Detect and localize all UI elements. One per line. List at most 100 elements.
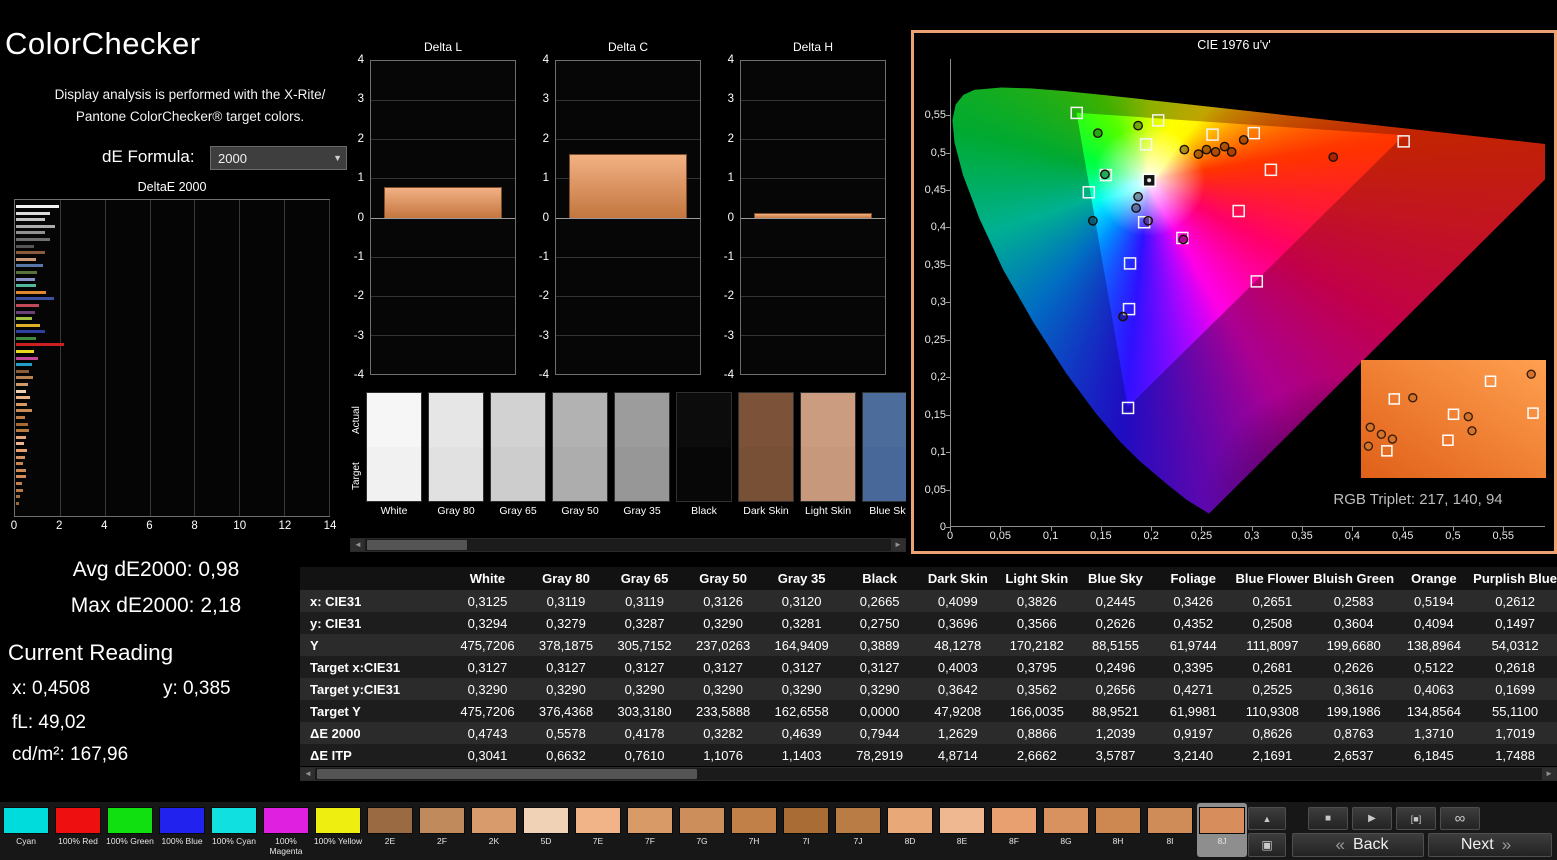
patch-button-8e[interactable]: 8E (937, 803, 987, 857)
avg-de2000: Avg dE2000: 0,98 (72, 558, 240, 581)
scroll-left-button[interactable]: ◄ (351, 539, 365, 551)
table-cell: 0,9197 (1173, 725, 1214, 741)
patch-button-8h[interactable]: 8H (1093, 803, 1143, 857)
table-row: x: CIE31 0,3125 0,3119 0,3119 0,3126 0,3120 0,… (300, 590, 1557, 612)
window-icon: ▣ (1261, 838, 1273, 852)
deltae-bar (16, 297, 54, 301)
patch-button-100-green[interactable]: 100% Green (105, 803, 155, 857)
next-button[interactable]: Next » (1428, 833, 1552, 857)
measured-marker (1133, 120, 1144, 131)
scroll-thumb[interactable] (317, 769, 697, 779)
table-cell: 1,3710 (1413, 725, 1454, 741)
gridline (741, 217, 885, 219)
axis-tick-label: -2 (538, 290, 549, 303)
gridline (556, 295, 700, 297)
patch-button-2e[interactable]: 2E (365, 803, 415, 857)
row-label: Y (310, 637, 319, 653)
colorchecker-swatch: Light Skin (800, 392, 856, 534)
single-measure-button[interactable]: [■] (1396, 807, 1436, 830)
scroll-left-button[interactable]: ◄ (301, 768, 315, 780)
stop-icon: ■ (1324, 813, 1332, 824)
axis-tick-mark (946, 264, 950, 266)
deltae-bar (16, 363, 32, 367)
scroll-track[interactable] (315, 768, 1542, 780)
axis-tick-label: 1 (727, 172, 734, 185)
table-cell: 0,5194 (1413, 593, 1454, 609)
table-cell: 0,3290 (546, 681, 586, 697)
row-label: Target y:CIE31 (310, 681, 401, 697)
patch-button-7j[interactable]: 7J (833, 803, 883, 857)
patch-button-8f[interactable]: 8F (989, 803, 1039, 857)
patch-button-7f[interactable]: 7F (625, 803, 675, 857)
patch-button-5d[interactable]: 5D (521, 803, 571, 857)
patch-swatch (367, 807, 413, 834)
patch-swatch (731, 807, 777, 834)
table-cell: 1,7488 (1495, 747, 1535, 763)
patch-button-100-red[interactable]: 100% Red (53, 803, 103, 857)
table-cell: 0,2508 (1252, 615, 1293, 631)
gridline (741, 256, 885, 258)
swatch-scrollbar[interactable]: ◄ ► (350, 538, 906, 552)
gridline (371, 334, 515, 336)
table-cell: 0,3125 (467, 593, 508, 609)
swatch-label: Blue Sky (869, 505, 906, 517)
patch-button-7h[interactable]: 7H (729, 803, 779, 857)
patch-button-2f[interactable]: 2F (417, 803, 467, 857)
table-cell: 0,3395 (1173, 659, 1214, 675)
table-cell: 0,3126 (703, 593, 743, 609)
axis-tick-label: 2 (357, 132, 364, 145)
swatch-color (738, 392, 794, 502)
target-marker (1264, 163, 1278, 177)
axis-tick-label: 0 (357, 211, 364, 224)
patch-button-7e[interactable]: 7E (573, 803, 623, 857)
continuous-measure-button[interactable]: ∞ (1440, 807, 1480, 830)
de-formula-select[interactable]: 2000 ▼ (210, 146, 347, 170)
scroll-up-button[interactable]: ▲ (1248, 807, 1286, 830)
patch-button-8d[interactable]: 8D (885, 803, 935, 857)
patch-button-100-magenta[interactable]: 100% Magenta (261, 803, 311, 857)
patch-button-8g[interactable]: 8G (1041, 803, 1091, 857)
swatch-actual (677, 393, 731, 447)
pattern-toolbar: Cyan 100% Red 100% Green 100% Blue 100% Cyan… (0, 800, 1557, 860)
axis-tick-mark (1251, 527, 1253, 531)
patch-button-100-cyan[interactable]: 100% Cyan (209, 803, 259, 857)
patch-button-100-yellow[interactable]: 100% Yellow (313, 803, 363, 857)
patch-button-2k[interactable]: 2K (469, 803, 519, 857)
axis-tick-label: 0,2 (930, 371, 946, 384)
window-button[interactable]: ▣ (1248, 833, 1286, 857)
patch-button-7g[interactable]: 7G (677, 803, 727, 857)
axis-tick-label: 0,4 (930, 221, 946, 234)
patch-button-100-blue[interactable]: 100% Blue (157, 803, 207, 857)
patch-button-8i[interactable]: 8I (1145, 803, 1195, 857)
delta-l-chart: Delta L 4 3 2 1 0 -1 -2 -3 -4 (340, 40, 518, 396)
table-cell: 0,4099 (937, 593, 978, 609)
back-button[interactable]: « Back (1292, 833, 1424, 857)
measured-marker (1131, 203, 1141, 213)
patch-label: 2E (384, 837, 396, 846)
axis-tick-label: 0,15 (1090, 530, 1112, 542)
stop-button[interactable]: ■ (1308, 807, 1348, 830)
axis-tick-label: -4 (353, 369, 364, 381)
patch-button-cyan[interactable]: Cyan (1, 803, 51, 857)
table-scrollbar[interactable]: ◄ ► (300, 767, 1557, 781)
table-cell: 88,5155 (1091, 637, 1139, 653)
column-header: Black (840, 567, 919, 590)
colorchecker-swatch: Gray 50 (552, 392, 608, 534)
scroll-thumb[interactable] (367, 540, 467, 550)
table-cell: 1,7019 (1495, 725, 1535, 741)
scroll-track[interactable] (365, 539, 891, 551)
patch-label: 8H (1112, 837, 1124, 846)
gridline (556, 139, 700, 141)
max-de2000: Max dE2000: 2,18 (70, 594, 242, 617)
swatch-color (676, 392, 732, 502)
target-marker (1070, 106, 1083, 120)
table-cell: 88,9521 (1091, 703, 1139, 719)
table-cell: 0,2445 (1095, 593, 1136, 609)
patch-swatch (159, 807, 205, 834)
scroll-right-button[interactable]: ► (1542, 768, 1556, 780)
patch-button-7i[interactable]: 7I (781, 803, 831, 857)
scroll-right-button[interactable]: ► (891, 539, 905, 551)
axis-tick-mark (1100, 527, 1102, 531)
play-button[interactable]: ▶ (1352, 807, 1392, 830)
table-cell: 0,3290 (703, 681, 743, 697)
